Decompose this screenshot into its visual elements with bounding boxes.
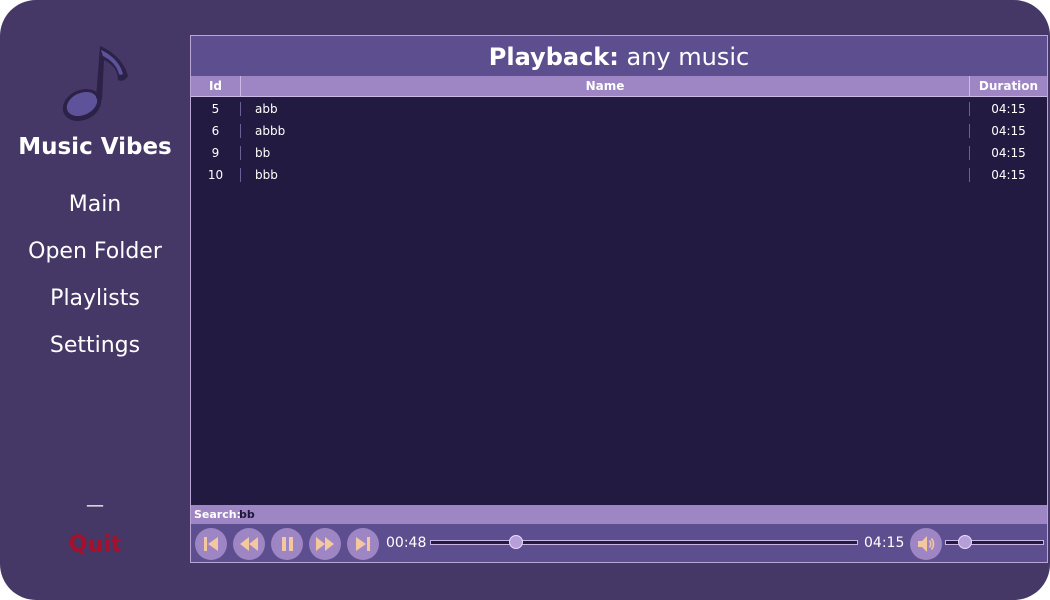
fast-forward-icon <box>316 537 334 551</box>
track-row[interactable]: 9 bb 04:15 <box>191 142 1047 164</box>
playlist-name: any music <box>626 43 750 71</box>
track-duration: 04:15 <box>991 102 1026 116</box>
search-input[interactable] <box>239 506 539 523</box>
track-name: abb <box>255 102 278 116</box>
track-row[interactable]: 5 abb 04:15 <box>191 98 1047 120</box>
nav-item-playlists[interactable]: Playlists <box>0 286 190 311</box>
playback-header: Playback: any music <box>191 36 1047 76</box>
total-time: 04:15 <box>864 535 905 551</box>
track-id: 9 <box>211 146 220 160</box>
track-duration: 04:15 <box>991 146 1026 160</box>
volume-button[interactable] <box>910 528 942 560</box>
quit-button[interactable]: Quit <box>0 532 190 557</box>
nav-item-main[interactable]: Main <box>0 192 190 217</box>
nav-item-open-folder[interactable]: Open Folder <box>0 239 190 264</box>
skip-next-icon <box>356 537 370 551</box>
track-name: abbb <box>255 124 286 138</box>
track-name: bbb <box>255 168 278 182</box>
seek-slider[interactable] <box>430 535 858 549</box>
previous-button[interactable] <box>195 528 227 560</box>
music-note-icon <box>62 46 128 122</box>
skip-previous-icon <box>204 537 218 551</box>
column-divider <box>240 168 241 182</box>
track-id: 10 <box>207 168 224 182</box>
volume-icon <box>918 536 935 552</box>
volume-slider[interactable] <box>945 535 1044 549</box>
app-title: Music Vibes <box>18 134 172 160</box>
track-row[interactable]: 6 abbb 04:15 <box>191 120 1047 142</box>
column-divider <box>240 102 241 116</box>
column-header-duration[interactable]: Duration <box>970 76 1047 96</box>
track-name: bb <box>255 146 271 160</box>
track-duration: 04:15 <box>991 168 1026 182</box>
player-controls: 00:48 04:15 <box>191 524 1047 562</box>
playback-panel: Playback: any music Id Name Duration 5 a… <box>190 35 1048 563</box>
pause-button[interactable] <box>271 528 303 560</box>
search-label: Search: <box>194 508 241 521</box>
current-time: 00:48 <box>386 535 427 551</box>
fast-forward-button[interactable] <box>309 528 341 560</box>
column-header-name[interactable]: Name <box>241 76 970 96</box>
volume-slider-thumb[interactable] <box>958 535 973 549</box>
search-bar: Search: <box>191 505 1047 524</box>
rewind-icon <box>240 537 258 551</box>
nav-item-settings[interactable]: Settings <box>0 333 190 358</box>
track-duration: 04:15 <box>991 124 1026 138</box>
column-divider <box>240 146 241 160</box>
track-list: 5 abb 04:15 6 abbb 04:15 9 bb 04:15 10 b… <box>191 98 1047 186</box>
app-window: Music Vibes Main Open Folder Playlists S… <box>0 0 1050 600</box>
track-id: 6 <box>211 124 220 138</box>
track-id: 5 <box>211 102 220 116</box>
column-header-id[interactable]: Id <box>191 76 241 96</box>
track-row[interactable]: 10 bbb 04:15 <box>191 164 1047 186</box>
column-divider <box>240 124 241 138</box>
table-header: Id Name Duration <box>191 76 1047 97</box>
minimize-button[interactable]: — <box>80 495 110 516</box>
pause-icon <box>282 537 293 551</box>
rewind-button[interactable] <box>233 528 265 560</box>
next-button[interactable] <box>347 528 379 560</box>
seek-slider-thumb[interactable] <box>509 535 524 549</box>
playback-label: Playback: <box>488 43 619 71</box>
